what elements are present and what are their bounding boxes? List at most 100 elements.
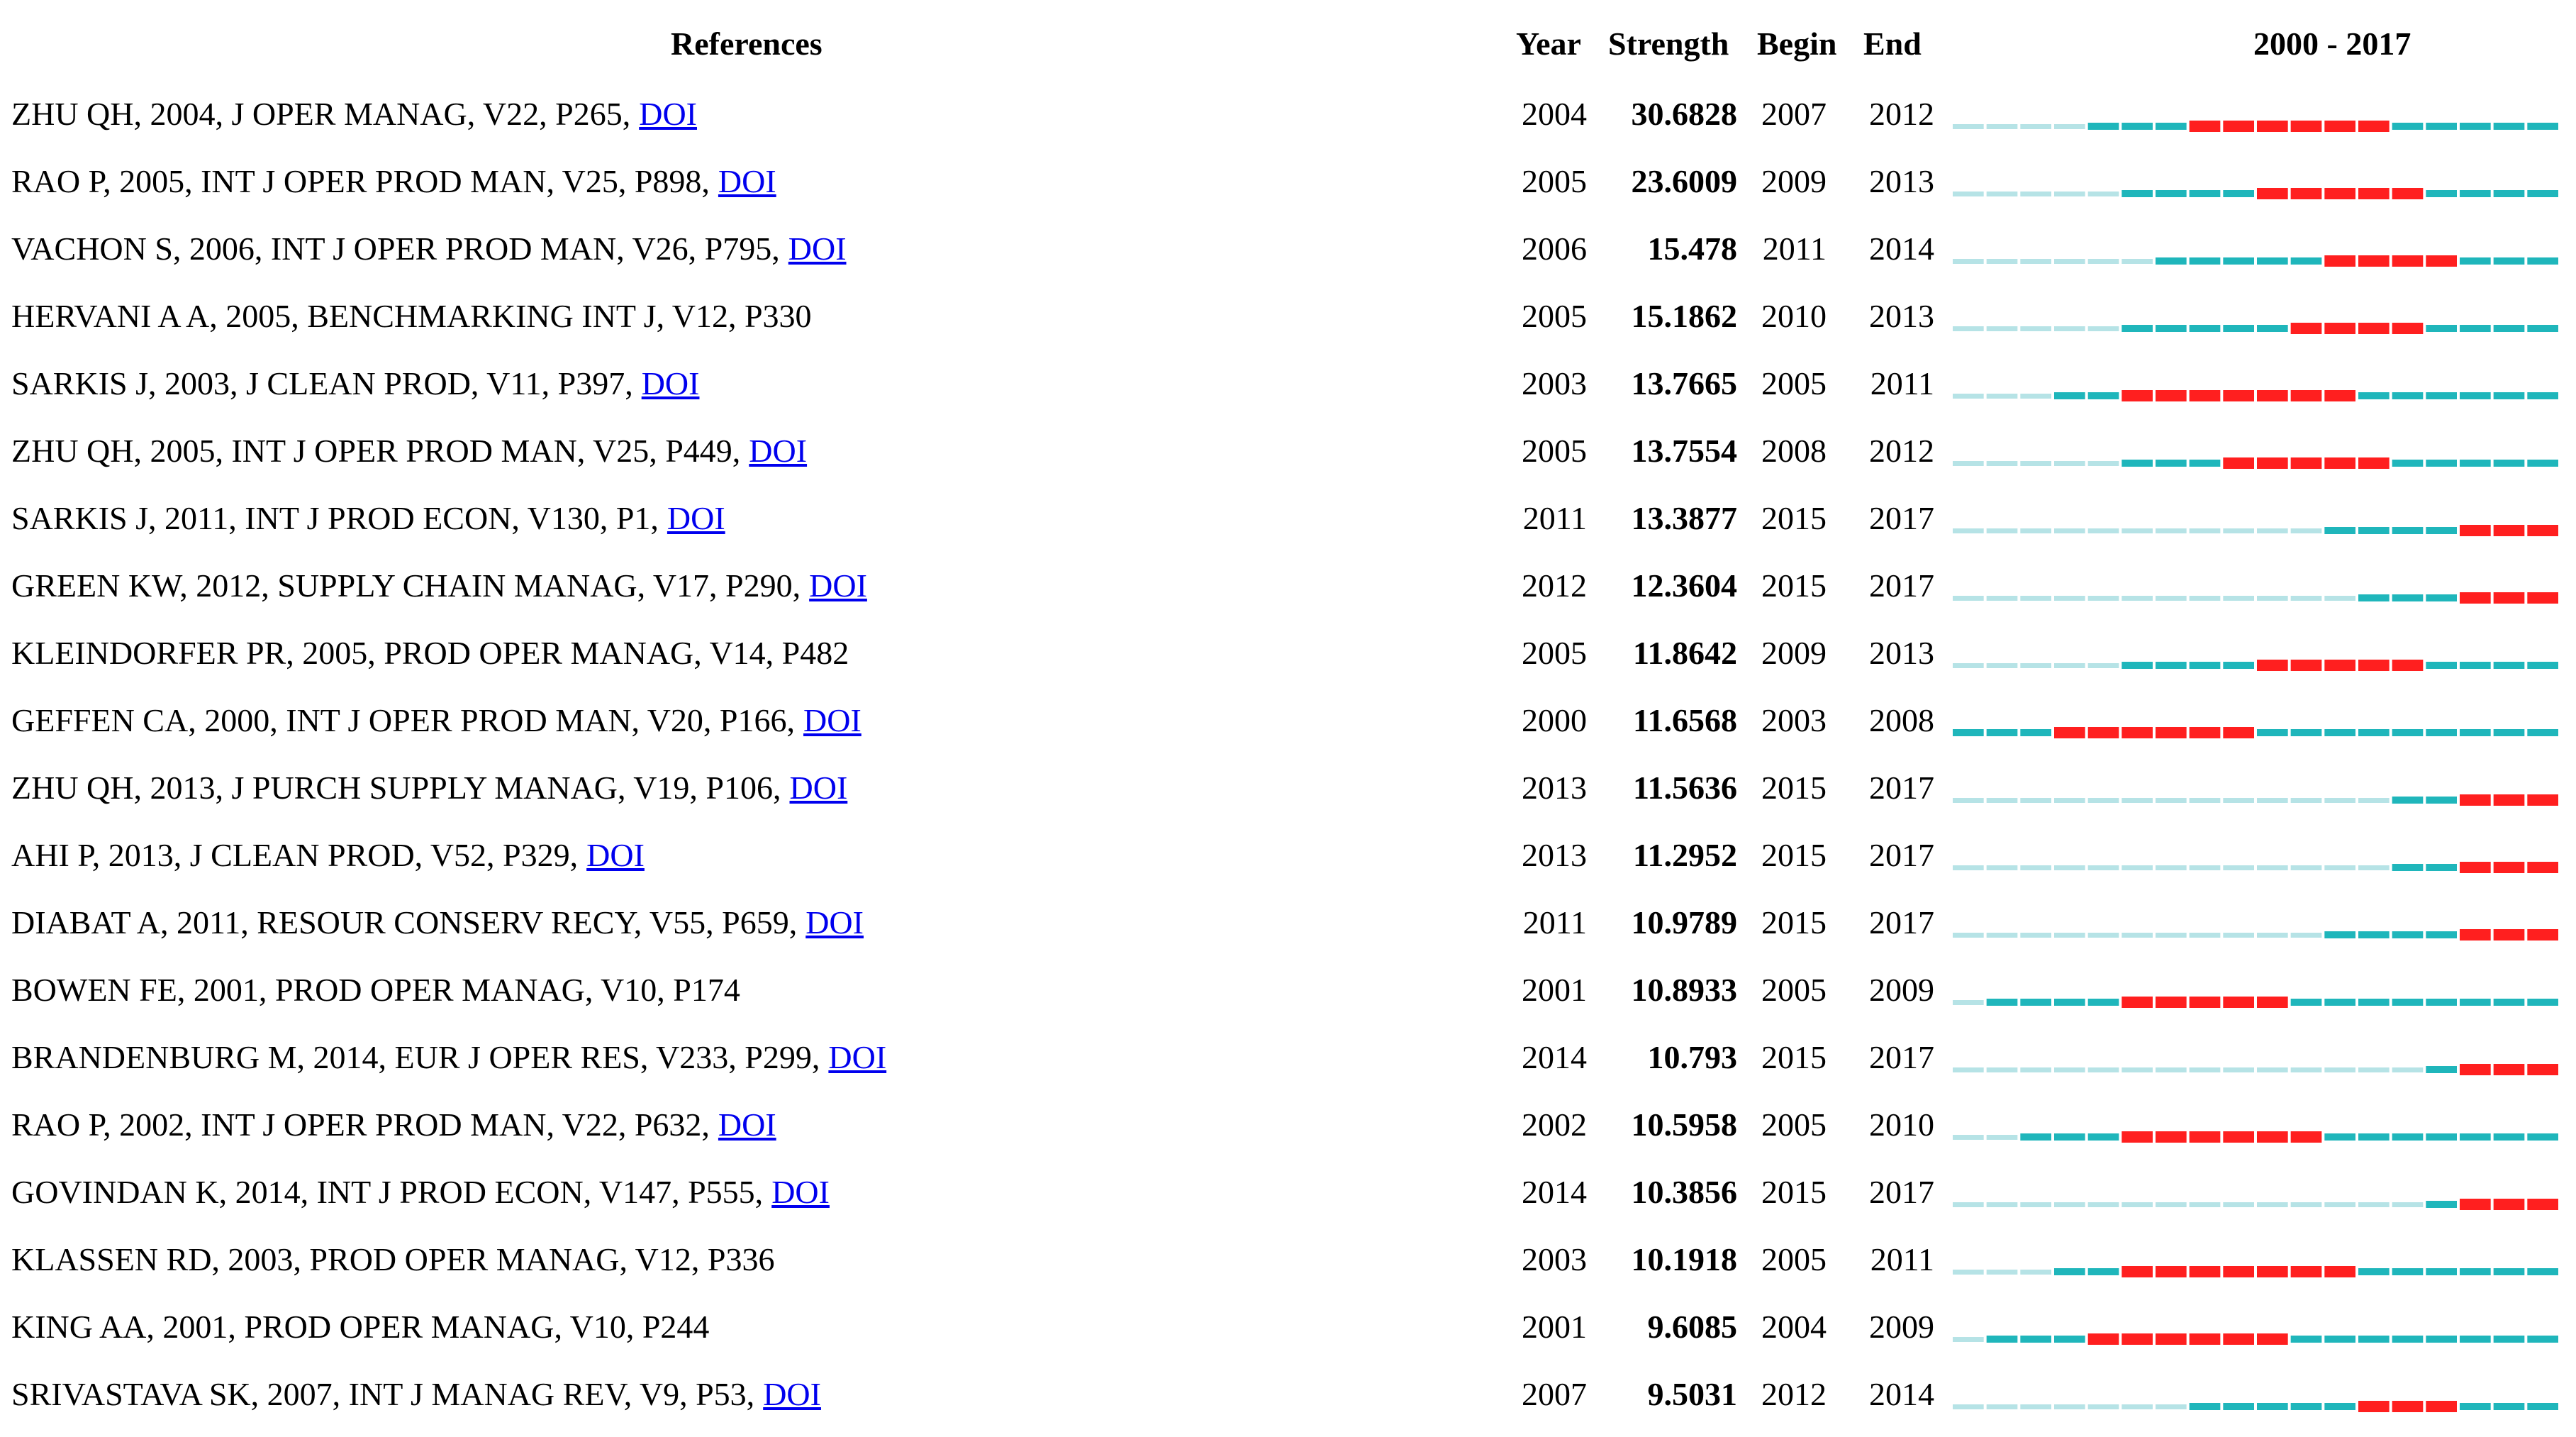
doi-link[interactable]: DOI <box>718 1106 776 1143</box>
timeline-segment-before-2010 <box>2290 865 2322 870</box>
doi-link[interactable]: DOI <box>788 231 847 267</box>
burst-timeline <box>1953 525 2558 536</box>
timeline-segment-before-2000 <box>1953 933 1984 938</box>
reference-text: ZHU QH, 2013, J PURCH SUPPLY MANAG, V19,… <box>11 770 781 806</box>
timeline-segment-active-2014 <box>2426 797 2457 804</box>
doi-link[interactable]: DOI <box>642 365 700 401</box>
timeline-segment-burst-2010 <box>2290 1266 2322 1277</box>
timeline-segment-before-2006 <box>2156 528 2187 533</box>
timeline-segment-before-2000 <box>1953 663 1984 668</box>
strength-cell: 10.1918 <box>1631 1241 1738 1277</box>
timeline-segment-burst-2005 <box>2121 390 2153 401</box>
timeline-segment-burst-2013 <box>2392 660 2424 671</box>
reference-cell: SARKIS J, 2011, INT J PROD ECON, V130, P… <box>11 484 725 552</box>
timeline-segment-before-2005 <box>2121 798 2153 803</box>
end-cell: 2017 <box>1869 770 1934 806</box>
timeline-segment-burst-2008 <box>2223 390 2254 401</box>
timeline-segment-before-2008 <box>2223 933 2254 938</box>
timeline-segment-before-2000 <box>1953 865 1984 870</box>
timeline-segment-burst-2003 <box>2054 727 2085 738</box>
timeline-segment-active-2002 <box>2020 1133 2051 1141</box>
timeline-segment-burst-2012 <box>2358 1401 2390 1412</box>
timeline-segment-before-2007 <box>2189 596 2221 601</box>
table-row: DIABAT A, 2011, RESOUR CONSERV RECY, V55… <box>0 889 2576 956</box>
year-cell: 2006 <box>1522 231 1587 267</box>
doi-link[interactable]: DOI <box>718 163 776 199</box>
doi-link[interactable]: DOI <box>809 567 867 604</box>
timeline-segment-active-2012 <box>2358 1268 2390 1275</box>
timeline-segment-active-2013 <box>2392 797 2424 804</box>
timeline-segment-active-2012 <box>2358 594 2390 601</box>
reference-text: GREEN KW, 2012, SUPPLY CHAIN MANAG, V17,… <box>11 567 801 604</box>
doi-link[interactable]: DOI <box>639 96 697 132</box>
timeline-segment-active-2002 <box>2020 729 2051 736</box>
timeline-segment-before-2000 <box>1953 1404 1984 1409</box>
timeline-segment-active-2014 <box>2426 460 2457 467</box>
timeline-segment-active-2004 <box>2087 392 2119 399</box>
timeline-segment-burst-2007 <box>2189 997 2221 1008</box>
end-cell: 2013 <box>1869 163 1934 199</box>
timeline-segment-burst-2012 <box>2358 323 2390 334</box>
timeline-segment-before-2003 <box>2054 124 2085 129</box>
timeline-segment-active-2012 <box>2358 392 2390 399</box>
doi-link[interactable]: DOI <box>790 770 848 806</box>
year-cell: 2005 <box>1522 298 1587 334</box>
timeline-segment-before-2008 <box>2223 528 2254 533</box>
timeline-segment-active-2016 <box>2493 1133 2525 1141</box>
year-cell: 2014 <box>1522 1174 1587 1210</box>
doi-link[interactable]: DOI <box>803 702 862 738</box>
timeline-segment-active-2014 <box>2426 1201 2457 1208</box>
timeline-segment-active-2009 <box>2257 325 2288 332</box>
strength-cell: 9.5031 <box>1647 1376 1738 1412</box>
table-row: SARKIS J, 2003, J CLEAN PROD, V11, P397,… <box>0 350 2576 417</box>
timeline-segment-active-2004 <box>2087 1133 2119 1141</box>
timeline-segment-active-2007 <box>2189 257 2221 265</box>
timeline-segment-active-2016 <box>2493 1403 2525 1410</box>
timeline-segment-active-2008 <box>2223 662 2254 669</box>
timeline-segment-burst-2008 <box>2223 1266 2254 1277</box>
timeline-segment-active-2014 <box>2426 1268 2457 1275</box>
timeline-segment-active-2014 <box>2426 123 2457 130</box>
end-cell: 2011 <box>1870 1241 1934 1277</box>
doi-link[interactable]: DOI <box>805 904 864 941</box>
timeline-segment-burst-2016 <box>2493 929 2525 941</box>
doi-link[interactable]: DOI <box>749 433 807 469</box>
timeline-segment-before-2010 <box>2290 1067 2322 1072</box>
timeline-segment-active-2017 <box>2527 325 2558 332</box>
doi-link[interactable]: DOI <box>828 1039 886 1075</box>
timeline-segment-active-2017 <box>2527 729 2558 736</box>
timeline-segment-before-2002 <box>2020 259 2051 264</box>
timeline-segment-before-2002 <box>2020 933 2051 938</box>
timeline-segment-before-2001 <box>1986 192 2018 196</box>
timeline-segment-before-2003 <box>2054 865 2085 870</box>
timeline-segment-before-2010 <box>2290 528 2322 533</box>
timeline-segment-before-2002 <box>2020 124 2051 129</box>
table-row: GREEN KW, 2012, SUPPLY CHAIN MANAG, V17,… <box>0 552 2576 619</box>
timeline-segment-active-2014 <box>2426 864 2457 871</box>
burst-timeline <box>1953 457 2558 469</box>
timeline-segment-burst-2013 <box>2392 255 2424 267</box>
timeline-segment-active-2016 <box>2493 1336 2525 1343</box>
table-row: KING AA, 2001, PROD OPER MANAG, V10, P24… <box>0 1293 2576 1360</box>
doi-link[interactable]: DOI <box>771 1174 830 1210</box>
timeline-segment-active-2003 <box>2054 1133 2085 1141</box>
reference-cell: GOVINDAN K, 2014, INT J PROD ECON, V147,… <box>11 1158 830 1226</box>
timeline-segment-before-2001 <box>1986 326 2018 331</box>
timeline-segment-burst-2004 <box>2087 1333 2119 1345</box>
doi-link[interactable]: DOI <box>586 837 645 873</box>
reference-cell: HERVANI A A, 2005, BENCHMARKING INT J, V… <box>11 282 812 350</box>
end-cell: 2017 <box>1869 904 1934 941</box>
timeline-segment-burst-2015 <box>2460 592 2491 604</box>
timeline-segment-active-2007 <box>2189 325 2221 332</box>
timeline-segment-before-2013 <box>2392 1202 2424 1207</box>
timeline-segment-active-2013 <box>2392 123 2424 130</box>
timeline-segment-burst-2009 <box>2257 997 2288 1008</box>
timeline-segment-active-2017 <box>2527 123 2558 130</box>
strength-cell: 10.9789 <box>1631 904 1738 941</box>
doi-link[interactable]: DOI <box>763 1376 821 1412</box>
doi-link[interactable]: DOI <box>667 500 725 536</box>
timeline-segment-before-2003 <box>2054 326 2085 331</box>
timeline-segment-burst-2015 <box>2460 1064 2491 1075</box>
timeline-segment-before-2000 <box>1953 1202 1984 1207</box>
year-cell: 2012 <box>1522 567 1587 604</box>
